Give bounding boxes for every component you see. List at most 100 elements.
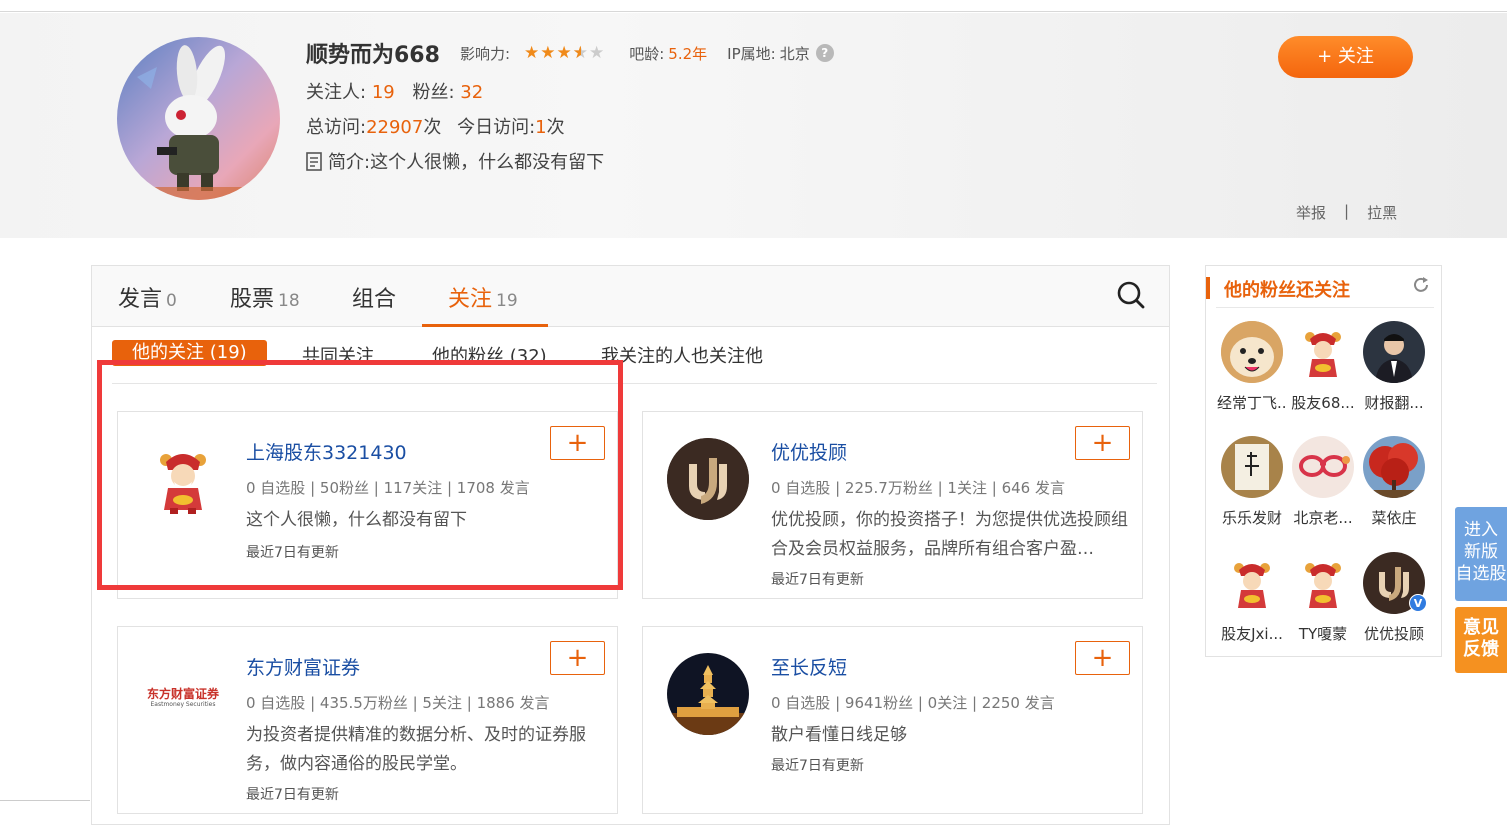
verified-badge-icon: V [1409, 594, 1427, 612]
side-divider [1216, 307, 1434, 308]
tab-label: 发言 [118, 287, 163, 312]
fan-name: 股友Jxi... [1221, 625, 1283, 643]
bio-label: 简介: [328, 152, 371, 173]
card-name[interactable]: 上海股东3321430 [246, 438, 407, 465]
tab-count: 0 [166, 291, 177, 311]
profile-header: 顺势而为668 影响力: ★★★★★★ 吧龄: 5.2年 IP属地: 北京 ? … [0, 13, 1507, 238]
tab-label: 股票 [230, 287, 275, 312]
card-updated: 最近7日有更新 [246, 787, 339, 803]
float-line: 自选股 [1455, 564, 1507, 584]
subtab-his-following[interactable]: 他的关注 (19) [112, 340, 267, 366]
fan-item[interactable]: 股友68... [1288, 321, 1358, 413]
influence-stars: ★★★★★★ [524, 43, 606, 63]
ip-value: 北京 [779, 44, 810, 63]
calligraphy-avatar [1221, 436, 1283, 498]
tab-label: 组合 [352, 287, 397, 312]
today-count: 1 [535, 117, 547, 138]
red-tree-avatar [1363, 436, 1425, 498]
card-description: 散户看懂日线足够 [771, 725, 907, 745]
tab-posts[interactable]: 发言 0 [118, 281, 177, 313]
subtab-mutual[interactable]: 共同关注 [302, 342, 374, 368]
fan-name: 经常丁飞... [1217, 394, 1287, 412]
user-card[interactable]: 上海股东3321430 0 自选股 | 50粉丝 | 117关注 | 1708 … [117, 411, 618, 599]
pagoda-night-avatar[interactable] [667, 653, 749, 735]
block-link[interactable]: 拉黑 [1367, 202, 1397, 223]
feedback-button[interactable]: 意见 反馈 [1455, 607, 1507, 673]
fan-item[interactable]: 菜依庄 [1359, 436, 1429, 528]
follow-plus-button[interactable]: + [1075, 641, 1130, 675]
fan-item[interactable]: TY嗄蒙 [1288, 552, 1358, 644]
eastmoney-logo-text: 东方财富证券 [146, 687, 219, 701]
fan-item[interactable]: 北京老... [1288, 436, 1358, 528]
tab-following[interactable]: 关注 19 [448, 281, 518, 313]
fan-item[interactable]: 乐乐发财 [1217, 436, 1287, 528]
following-count[interactable]: 19 [372, 82, 395, 103]
user-card[interactable]: 优优投顾 0 自选股 | 225.7万粉丝 | 1关注 | 646 发言 优优投… [642, 411, 1143, 599]
uu-logo-avatar[interactable] [667, 438, 749, 520]
follow-button[interactable]: + 关注 [1278, 36, 1413, 78]
subtab-his-fans[interactable]: 他的粉丝 (32) [432, 342, 547, 368]
visit-stats-row: 总访问:22907次 今日访问:1次 [306, 113, 565, 139]
following-label: 关注人: [306, 82, 367, 103]
follow-plus-button[interactable]: + [1075, 426, 1130, 460]
eastmoney-logo-avatar[interactable]: 东方财富证券 Eastmoney Securities [142, 653, 224, 735]
caishen-avatar[interactable] [142, 438, 224, 520]
card-updated: 最近7日有更新 [771, 572, 864, 588]
influence-label: 影响力: [459, 44, 510, 63]
help-icon[interactable]: ? [815, 44, 834, 62]
follow-stats-row: 关注人: 19 粉丝: 32 [306, 78, 483, 104]
tab-stocks[interactable]: 股票 18 [230, 281, 300, 313]
subtab-bar: 他的关注 (19) 共同关注 他的粉丝 (32) 我关注的人也关注他 [112, 340, 1157, 384]
fan-item[interactable]: V 优优投顾 [1359, 552, 1429, 644]
new-watchlist-button[interactable]: 进入 新版 自选股 [1455, 507, 1507, 601]
user-card[interactable]: 东方财富证券 Eastmoney Securities 东方财富证券 0 自选股… [117, 626, 618, 814]
report-link[interactable]: 举报 [1296, 202, 1326, 223]
bio-icon [306, 151, 322, 171]
top-border [0, 0, 1507, 12]
eastmoney-logo-subtext: Eastmoney Securities [150, 701, 216, 708]
separator: | [1344, 202, 1350, 220]
card-description: 这个人很懒，什么都没有留下 [246, 510, 467, 530]
fans-label: 粉丝: [412, 82, 455, 103]
visits-count: 22907 [366, 117, 424, 138]
card-name[interactable]: 至长反短 [771, 653, 847, 680]
float-line: 意见 [1463, 617, 1499, 638]
profile-name: 顺势而为668 [306, 43, 440, 68]
profile-avatar[interactable] [117, 37, 280, 200]
tab-count: 18 [278, 291, 300, 311]
fan-item[interactable]: 股友Jxi... [1217, 552, 1287, 644]
card-name[interactable]: 东方财富证券 [246, 653, 360, 680]
fan-name: 北京老... [1293, 509, 1353, 527]
tab-portfolio[interactable]: 组合 [352, 281, 400, 313]
bio-text: 这个人很懒，什么都没有留下 [370, 152, 605, 173]
today-label: 今日访问: [457, 117, 536, 138]
fan-item[interactable]: 经常丁飞... [1217, 321, 1287, 413]
caishen-avatar [1292, 321, 1354, 383]
card-description: 为投资者提供精准的数据分析、及时的证券服务，做内容通俗的股民学堂。 [246, 725, 586, 774]
shiba-dog-avatar [1221, 321, 1283, 383]
fans-count[interactable]: 32 [460, 82, 483, 103]
fan-name: 乐乐发财 [1221, 509, 1282, 527]
age-value: 5.2年 [668, 44, 708, 63]
ip-label: IP属地: [727, 44, 776, 63]
main-panel: 发言 0 股票 18 组合 关注 19 他的关注 (19) 共同关注 他的粉丝 (32… [91, 265, 1170, 825]
visits-unit: 次 [423, 117, 442, 138]
card-stats: 0 自选股 | 435.5万粉丝 | 5关注 | 1886 发言 [246, 694, 550, 712]
card-stats: 0 自选股 | 225.7万粉丝 | 1关注 | 646 发言 [771, 479, 1065, 497]
follow-plus-button[interactable]: + [550, 641, 605, 675]
active-tab-indicator [422, 324, 548, 327]
follow-plus-button[interactable]: + [550, 426, 605, 460]
card-name[interactable]: 优优投顾 [771, 438, 847, 465]
search-icon[interactable] [1116, 280, 1146, 310]
subtab-also-following[interactable]: 我关注的人也关注他 [601, 342, 763, 368]
age-label: 吧龄: [629, 44, 665, 63]
tab-bar: 发言 0 股票 18 组合 关注 19 [92, 266, 1169, 327]
fan-item[interactable]: 财报翻... [1359, 321, 1429, 413]
fan-name: 财报翻... [1364, 394, 1424, 412]
caishen-avatar [1221, 552, 1283, 614]
float-line: 进入 [1464, 520, 1498, 540]
user-card[interactable]: 至长反短 0 自选股 | 9641粉丝 | 0关注 | 2250 发言 散户看懂… [642, 626, 1143, 814]
refresh-icon[interactable] [1412, 276, 1430, 294]
card-updated: 最近7日有更新 [771, 758, 864, 774]
tab-count: 19 [496, 291, 518, 311]
